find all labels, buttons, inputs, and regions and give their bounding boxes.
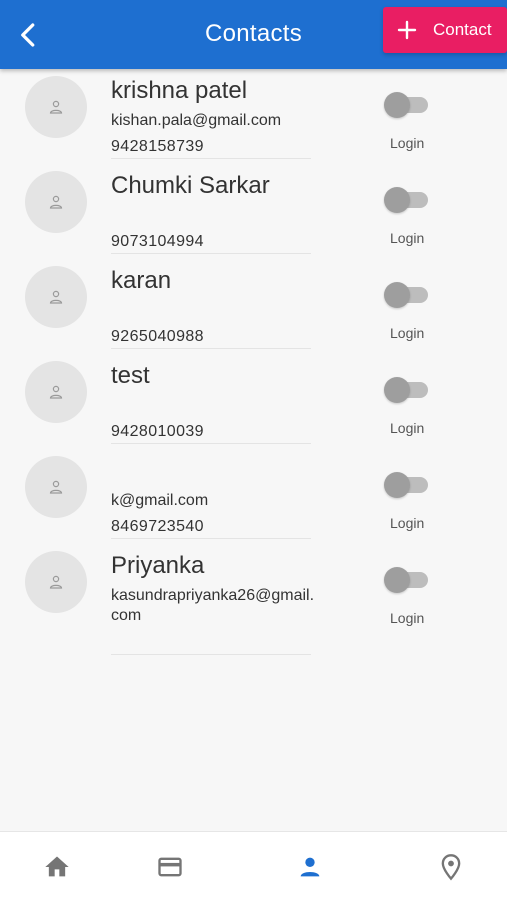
login-toggle[interactable]: [384, 567, 430, 593]
person-placeholder-icon: [49, 385, 63, 399]
contact-name: krishna patel: [111, 77, 248, 104]
nav-home[interactable]: [27, 832, 87, 901]
contact-row[interactable]: krishna patel kishan.pala@gmail.com 9428…: [0, 69, 507, 164]
contact-name: Priyanka: [111, 552, 205, 579]
login-toggle[interactable]: [384, 282, 430, 308]
nav-contacts[interactable]: [280, 832, 340, 901]
login-label: Login: [390, 230, 425, 246]
avatar: [25, 361, 87, 423]
add-contact-label: Contact: [433, 20, 492, 39]
login-toggle[interactable]: [384, 187, 430, 213]
login-toggle[interactable]: [384, 377, 430, 403]
row-divider: [111, 654, 311, 655]
row-divider: [111, 253, 311, 254]
login-toggle[interactable]: [384, 92, 430, 118]
avatar: [25, 171, 87, 233]
avatar: [25, 266, 87, 328]
person-placeholder-icon: [49, 575, 63, 589]
nav-card[interactable]: [140, 832, 200, 901]
contact-row[interactable]: test 9428010039 Login: [0, 354, 507, 449]
login-label: Login: [390, 420, 425, 436]
contact-phone: 9073104994: [111, 233, 204, 250]
contact-phone: 8469723540: [111, 518, 204, 535]
contact-row[interactable]: Chumki Sarkar 9073104994 Login: [0, 164, 507, 259]
bottom-navigation: [0, 831, 507, 901]
card-icon: [158, 857, 182, 876]
contact-name: Chumki Sarkar: [111, 172, 270, 199]
person-placeholder-icon: [49, 290, 63, 304]
login-toggle[interactable]: [384, 472, 430, 498]
avatar: [25, 551, 87, 613]
contact-email: kasundrapriyanka26@gmail.com: [111, 587, 315, 624]
contact-name: karan: [111, 267, 172, 294]
contact-row[interactable]: k@gmail.com 8469723540 Login: [0, 449, 507, 544]
login-label: Login: [390, 610, 425, 626]
row-divider: [111, 443, 311, 444]
login-label: Login: [390, 515, 425, 531]
row-divider: [111, 348, 311, 349]
contact-email: kishan.pala@gmail.com: [111, 112, 282, 129]
person-icon: [300, 857, 320, 876]
location-pin-icon: [441, 853, 461, 880]
contact-row[interactable]: Priyanka kasundrapriyanka26@gmail.com Lo…: [0, 544, 507, 664]
contact-name: test: [111, 362, 150, 389]
login-label: Login: [390, 135, 425, 151]
contact-phone: 9428158739: [111, 138, 204, 155]
contact-phone: 9428010039: [111, 423, 204, 440]
person-placeholder-icon: [49, 480, 63, 494]
contact-phone: 9265040988: [111, 328, 204, 345]
avatar: [25, 456, 87, 518]
contact-email: k@gmail.com: [111, 492, 209, 509]
nav-location[interactable]: [421, 832, 481, 901]
plus-icon: [397, 20, 417, 40]
person-placeholder-icon: [49, 195, 63, 209]
login-label: Login: [390, 325, 425, 341]
add-contact-button[interactable]: Contact: [383, 7, 507, 53]
app-bar: Contacts Contact: [0, 0, 507, 69]
row-divider: [111, 158, 311, 159]
home-icon: [45, 856, 69, 876]
contact-row[interactable]: karan 9265040988 Login: [0, 259, 507, 354]
avatar: [25, 76, 87, 138]
person-placeholder-icon: [49, 100, 63, 114]
row-divider: [111, 538, 311, 539]
